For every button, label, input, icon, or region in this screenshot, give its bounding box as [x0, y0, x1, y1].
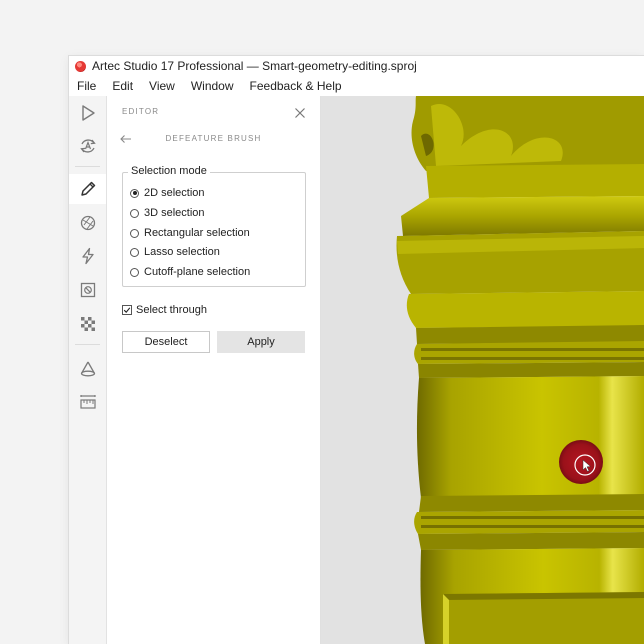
radio-cutoff-plane-selection[interactable]: Cutoff-plane selection	[130, 264, 250, 280]
3d-viewport[interactable]	[321, 96, 644, 644]
toolbar-divider	[75, 166, 100, 167]
plinth	[426, 164, 644, 198]
deselect-button[interactable]: Deselect	[122, 331, 210, 353]
scan-model	[396, 96, 644, 644]
bead-band	[414, 341, 644, 364]
radio-label: 3D selection	[144, 207, 205, 219]
panel-title: EDITOR	[122, 107, 160, 116]
menu-feedback-help[interactable]: Feedback & Help	[242, 76, 350, 96]
radio-rectangular-selection[interactable]: Rectangular selection	[130, 225, 250, 241]
radio-label: Lasso selection	[144, 246, 220, 258]
editor-panel: EDITOR DEFEATURE BRUSH Selection mode 2D…	[107, 96, 321, 644]
brush-cursor	[559, 440, 603, 484]
radio-label: 2D selection	[144, 187, 205, 199]
radio-label: Rectangular selection	[144, 227, 250, 239]
cone-icon[interactable]	[69, 354, 106, 384]
texture-icon[interactable]	[69, 208, 106, 238]
molding-top	[416, 325, 644, 344]
radio-button[interactable]	[130, 228, 139, 238]
lightning-icon[interactable]	[69, 241, 106, 271]
radio-3d-selection[interactable]: 3D selection	[130, 205, 205, 221]
tool-subtitle: DEFEATURE BRUSH	[165, 134, 262, 143]
close-icon[interactable]	[293, 106, 307, 120]
checkbox-label: Select through	[136, 304, 207, 316]
cornice-lower	[406, 291, 644, 328]
autopilot-icon[interactable]	[69, 131, 106, 161]
eraser-icon[interactable]	[69, 275, 106, 305]
panel-inset-highlight	[443, 594, 449, 644]
selection-mode-group: Selection mode 2D selection 3D selection…	[122, 165, 306, 287]
checker-icon[interactable]	[69, 309, 106, 339]
checkbox[interactable]	[122, 305, 132, 315]
radio-2d-selection[interactable]: 2D selection	[130, 185, 205, 201]
radio-lasso-selection[interactable]: Lasso selection	[130, 244, 220, 260]
lower-molding-bottom	[418, 532, 644, 550]
cornice-slope	[401, 196, 644, 236]
menu-edit[interactable]: Edit	[104, 76, 141, 96]
ruler-icon[interactable]	[69, 387, 106, 417]
app-window: Artec Studio 17 Professional — Smart-geo…	[69, 56, 644, 644]
lower-molding-top	[419, 494, 644, 512]
select-through-checkbox[interactable]: Select through	[122, 302, 207, 318]
lower-bead-band	[414, 510, 644, 534]
toolbar-divider	[75, 344, 100, 345]
menu-window[interactable]: Window	[183, 76, 242, 96]
radio-label: Cutoff-plane selection	[144, 266, 251, 278]
menu-view[interactable]: View	[141, 76, 183, 96]
play-icon[interactable]	[69, 98, 106, 128]
radio-button[interactable]	[130, 208, 139, 218]
radio-button[interactable]	[130, 267, 139, 277]
apply-button[interactable]: Apply	[217, 331, 305, 353]
molding-bottom	[418, 362, 644, 378]
pencil-icon[interactable]	[69, 174, 106, 204]
radio-button[interactable]	[130, 247, 139, 257]
checkmark-icon	[123, 307, 131, 314]
column-body	[416, 376, 644, 498]
left-toolbar	[69, 96, 107, 644]
panel-inset	[443, 592, 644, 644]
menu-bar: File Edit View Window Feedback & Help	[69, 76, 644, 96]
selection-mode-legend: Selection mode	[128, 165, 210, 177]
window-title: Artec Studio 17 Professional — Smart-geo…	[92, 59, 417, 73]
menu-file[interactable]: File	[69, 76, 104, 96]
radio-button[interactable]	[130, 188, 139, 198]
title-bar: Artec Studio 17 Professional — Smart-geo…	[69, 56, 644, 76]
artec-logo-icon	[75, 60, 86, 72]
